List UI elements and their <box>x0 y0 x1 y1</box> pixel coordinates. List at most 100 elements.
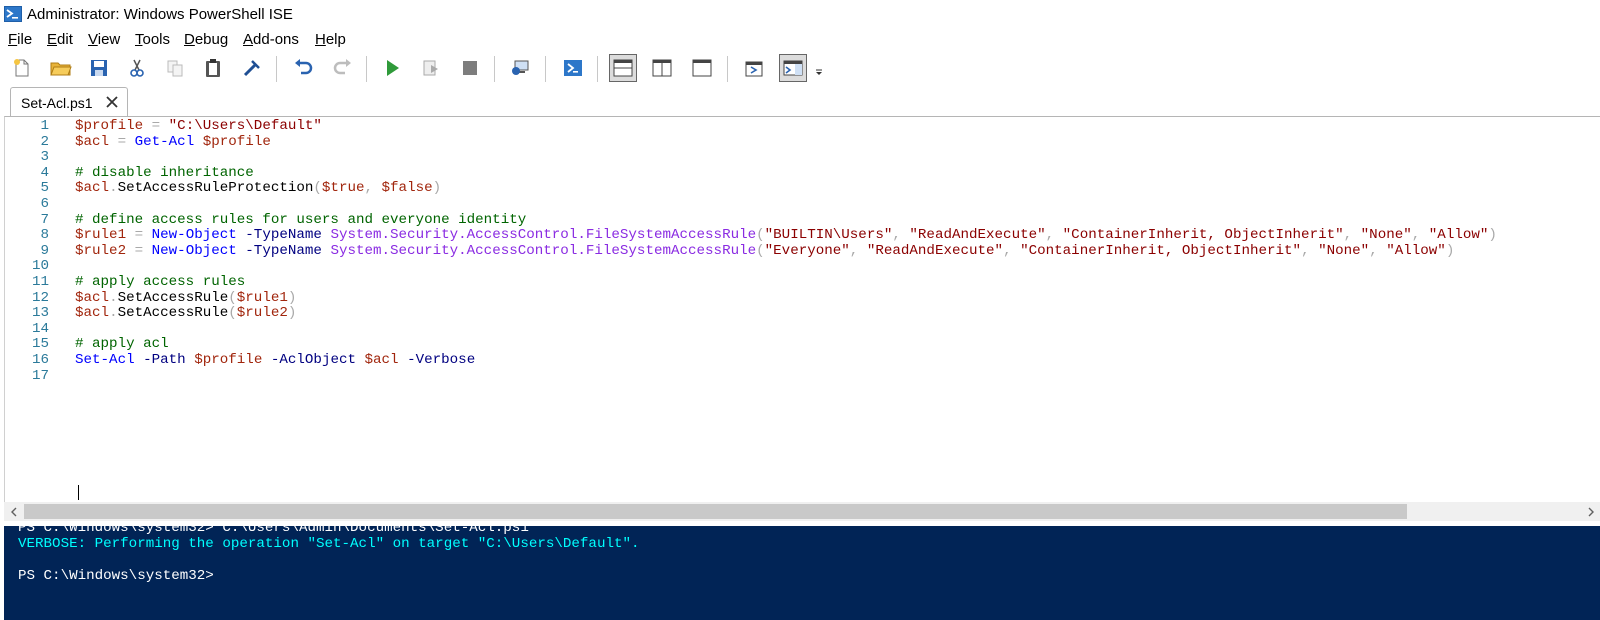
menu-help[interactable]: Help <box>315 31 346 48</box>
menu-add-ons[interactable]: Add-ons <box>243 31 299 48</box>
paste-icon[interactable] <box>199 54 227 82</box>
line-number: 2 <box>40 133 49 150</box>
text-caret <box>78 485 79 500</box>
code-token: -TypeName <box>245 227 322 244</box>
code-text: # apply acl <box>75 336 169 352</box>
menu-tools[interactable]: Tools <box>135 31 170 48</box>
line-number: 4 <box>40 164 49 181</box>
run-script-icon[interactable] <box>378 54 406 82</box>
code-token: "None" <box>1318 242 1370 259</box>
line-number: 12 <box>31 289 49 306</box>
code-token: "Everyone" <box>764 242 850 259</box>
editor-horizontal-scrollbar[interactable] <box>4 502 1600 521</box>
code-token: $acl <box>75 305 110 322</box>
code-line: 17 <box>5 368 1595 384</box>
show-command-addon-icon[interactable] <box>779 54 807 82</box>
code-line: 12 $acl.SetAccessRule($rule1) <box>5 290 1595 306</box>
redo-icon[interactable] <box>328 54 356 82</box>
undo-icon[interactable] <box>290 54 318 82</box>
code-token: ) <box>1488 227 1497 244</box>
code-text: $profile = "C:\Users\Default" <box>75 118 322 134</box>
copy-icon[interactable] <box>161 54 189 82</box>
new-remote-tab-icon[interactable] <box>507 54 535 82</box>
code-token: -Path <box>143 352 186 368</box>
code-token: # apply acl <box>75 336 169 353</box>
scroll-left-icon[interactable] <box>4 502 23 521</box>
code-text: $acl.SetAccessRuleProtection($true, $fal… <box>75 180 441 196</box>
code-text: Set-Acl -Path $profile -AclObject $acl -… <box>75 352 475 368</box>
line-number: 13 <box>31 305 49 322</box>
code-token: $acl <box>364 352 399 368</box>
code-token: ) <box>287 289 297 306</box>
code-token: ( <box>756 227 765 244</box>
console-line: VERBOSE: Performing the operation "Set-A… <box>18 536 640 552</box>
code-token: SetAccessRuleProtection <box>117 180 314 197</box>
code-token: -Verbose <box>407 352 476 368</box>
code-token: . <box>109 289 118 306</box>
run-selection-icon[interactable] <box>417 54 445 82</box>
toolbar-separator <box>597 56 598 82</box>
code-token: "ContainerInherit, ObjectInherit" <box>1020 242 1302 259</box>
clear-console-icon[interactable] <box>238 54 266 82</box>
toolbar-separator <box>366 56 367 82</box>
line-number: 17 <box>31 367 49 384</box>
menu-view[interactable]: View <box>88 31 120 48</box>
code-token: . <box>109 180 118 197</box>
new-file-icon[interactable] <box>8 54 36 82</box>
code-line: 9 $rule2 = New-Object -TypeName System.Se… <box>5 243 1595 259</box>
code-token: $rule1 <box>236 289 288 306</box>
script-pane-right-icon[interactable] <box>648 54 676 82</box>
scroll-right-icon[interactable] <box>1581 502 1600 521</box>
open-folder-icon[interactable] <box>47 54 75 82</box>
code-token: , <box>1301 242 1319 259</box>
code-text: $rule1 = New-Object -TypeName System.Sec… <box>75 227 1497 243</box>
script-pane-top-icon[interactable] <box>609 54 637 82</box>
line-number: 10 <box>31 258 49 275</box>
code-token: Set-Acl <box>75 352 135 368</box>
line-number: 15 <box>31 336 49 353</box>
code-line: 14 <box>5 321 1595 337</box>
script-editor[interactable]: 1 $profile = "C:\Users\Default" 2 $acl = Ge… <box>4 116 1600 502</box>
code-token: Get-Acl <box>134 133 195 150</box>
stop-icon[interactable] <box>456 54 484 82</box>
menu-edit[interactable]: Edit <box>47 31 73 48</box>
code-token: # apply access rules <box>75 274 246 290</box>
menu-debug[interactable]: Debug <box>184 31 228 48</box>
line-number: 3 <box>40 149 49 166</box>
code-token: $acl <box>75 133 110 150</box>
menu-file[interactable]: File <box>8 31 32 48</box>
toolbar <box>0 51 1600 87</box>
show-command-window-icon[interactable] <box>740 54 768 82</box>
code-token: "ReadAndExecute" <box>866 242 1004 259</box>
code-token: , <box>1003 242 1021 259</box>
powershell-console-icon[interactable] <box>559 54 587 82</box>
close-icon[interactable] <box>103 93 121 111</box>
code-token: "ContainerInherit, ObjectInherit" <box>1062 227 1344 244</box>
code-token: , <box>1045 227 1063 244</box>
code-token: $profile <box>202 133 271 150</box>
console-pane[interactable]: PS C:\Windows\system32> C:\Users\Admin\D… <box>4 520 1600 620</box>
code-line: 16 Set-Acl -Path $profile -AclObject $acl… <box>5 352 1595 368</box>
code-token: ) <box>287 305 297 322</box>
code-text: # define access rules for users and ever… <box>75 212 526 228</box>
cut-icon[interactable] <box>123 54 151 82</box>
code-token: -AclObject <box>270 352 356 368</box>
code-token: $acl <box>75 289 110 306</box>
code-token: -TypeName <box>245 242 322 259</box>
line-number: 1 <box>40 118 49 134</box>
line-number: 9 <box>40 242 49 259</box>
tab-set-acl[interactable]: Set-Acl.ps1 <box>10 87 128 117</box>
title-bar: Administrator: Windows PowerShell ISE <box>0 0 1600 29</box>
console-line: PS C:\Windows\system32> <box>18 568 214 584</box>
script-tab-strip: Set-Acl.ps1 <box>0 87 1600 117</box>
code-token: $rule2 <box>236 305 288 322</box>
script-pane-maximized-icon[interactable] <box>688 54 716 82</box>
window-title: Administrator: Windows PowerShell ISE <box>27 6 293 23</box>
toolbar-separator <box>494 56 495 82</box>
code-token: "BUILTIN\Users" <box>764 227 893 244</box>
toolbar-separator <box>276 56 277 82</box>
scrollbar-thumb[interactable] <box>24 504 1407 519</box>
toolbar-overflow-icon[interactable] <box>812 54 826 82</box>
code-token: = <box>143 118 169 134</box>
save-icon[interactable] <box>85 54 113 82</box>
